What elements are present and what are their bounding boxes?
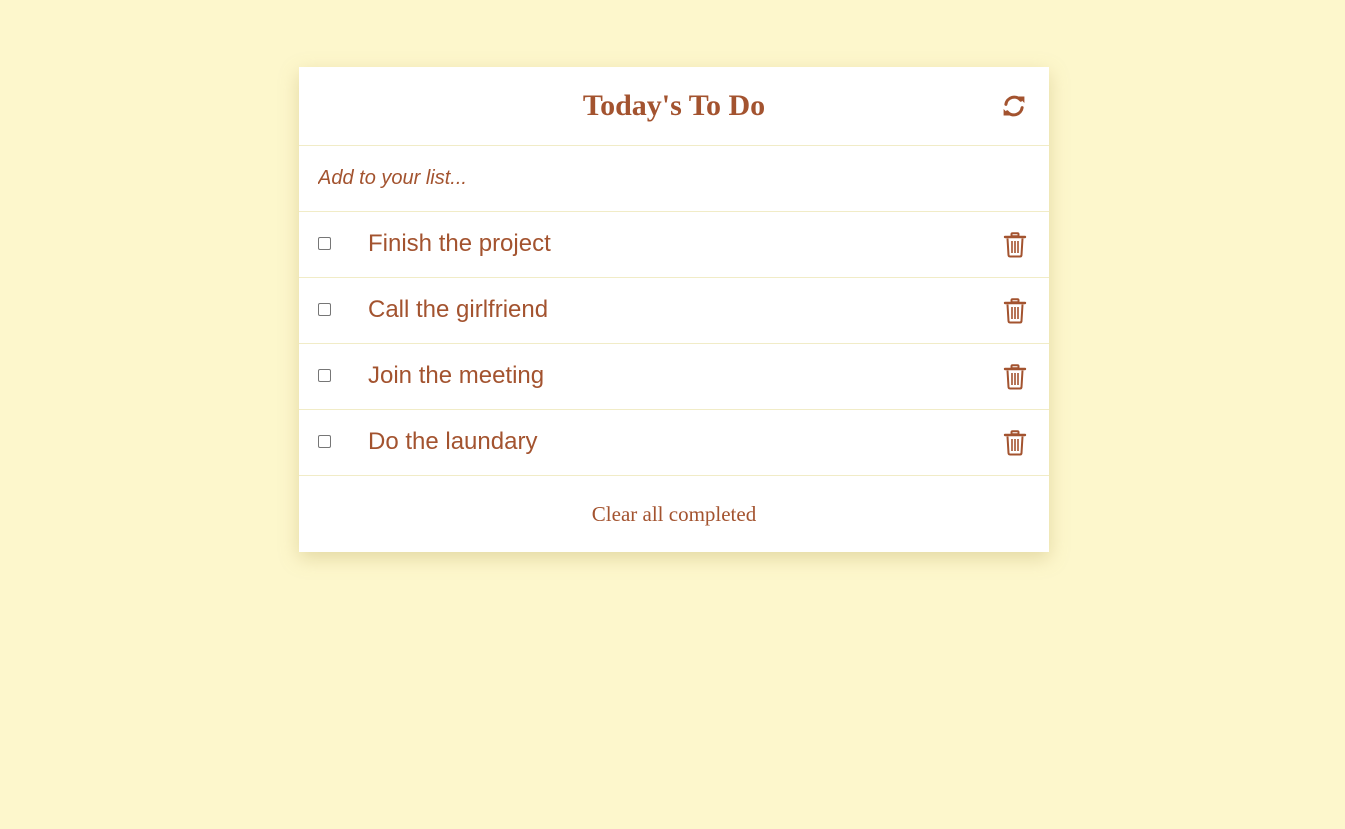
todo-card: Today's To Do Finish the project C <box>299 67 1049 552</box>
todo-text: Do the laundary <box>368 428 538 455</box>
clear-completed-button[interactable]: Clear all completed <box>592 502 756 527</box>
todo-text: Join the meeting <box>368 362 545 389</box>
add-item-input[interactable] <box>299 167 1049 190</box>
trash-icon[interactable] <box>1003 232 1027 258</box>
todo-list: Finish the project Call the girlfriend J… <box>299 212 1049 476</box>
todo-item: Finish the project <box>299 212 1049 278</box>
todo-header: Today's To Do <box>299 67 1049 146</box>
todo-checkbox[interactable] <box>318 237 331 250</box>
todo-text: Call the girlfriend <box>368 296 549 323</box>
refresh-icon[interactable] <box>1001 93 1027 119</box>
add-item-row <box>299 146 1049 212</box>
todo-text: Finish the project <box>368 230 551 257</box>
trash-icon[interactable] <box>1003 430 1027 456</box>
todo-footer: Clear all completed <box>299 476 1049 552</box>
todo-item: Do the laundary <box>299 410 1049 476</box>
todo-item: Join the meeting <box>299 344 1049 410</box>
todo-checkbox[interactable] <box>318 369 331 382</box>
todo-item: Call the girlfriend <box>299 278 1049 344</box>
todo-checkbox[interactable] <box>318 303 331 316</box>
trash-icon[interactable] <box>1003 298 1027 324</box>
trash-icon[interactable] <box>1003 364 1027 390</box>
todo-checkbox[interactable] <box>318 435 331 448</box>
page-title: Today's To Do <box>582 89 766 122</box>
